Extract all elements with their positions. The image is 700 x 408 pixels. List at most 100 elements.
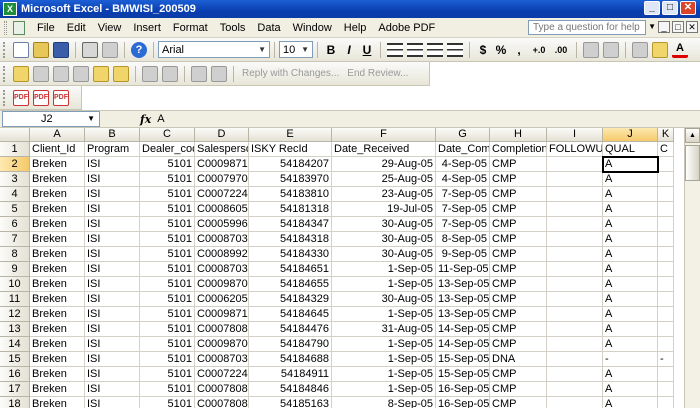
table-cell[interactable]: ISI [85, 187, 140, 202]
row-header[interactable]: 14 [0, 337, 30, 352]
table-cell[interactable]: 1-Sep-05 [332, 337, 436, 352]
table-cell[interactable]: Breken [30, 232, 85, 247]
table-cell[interactable]: ISI [85, 292, 140, 307]
table-cell[interactable] [547, 382, 603, 397]
row-header[interactable]: 8 [0, 247, 30, 262]
table-cell[interactable]: ISI [85, 232, 140, 247]
table-cell[interactable]: C0006205 [195, 292, 249, 307]
convert-to-pdf-icon[interactable]: PDF [13, 89, 29, 106]
table-cell[interactable]: 4-Sep-05 [436, 172, 490, 187]
table-cell[interactable]: 1-Sep-05 [332, 277, 436, 292]
table-cell[interactable]: Breken [30, 187, 85, 202]
menu-insert[interactable]: Insert [127, 22, 167, 34]
font-size-select[interactable]: 10 ▼ [279, 41, 313, 58]
table-cell[interactable]: - [658, 352, 674, 367]
delete-comment-icon[interactable] [113, 65, 129, 82]
maximize-button[interactable]: □ [662, 1, 678, 15]
table-cell[interactable] [658, 247, 674, 262]
table-cell[interactable]: Breken [30, 322, 85, 337]
column-header-e[interactable]: E [249, 128, 332, 142]
table-cell[interactable]: 5101 [140, 262, 195, 277]
header-cell[interactable]: Date_Completed [436, 142, 490, 157]
table-cell[interactable]: CMP [490, 397, 547, 408]
font-color-icon[interactable]: A [672, 42, 688, 58]
workbook-icon[interactable] [13, 20, 25, 35]
menu-format[interactable]: Format [167, 22, 214, 34]
table-cell[interactable]: 13-Sep-05 [436, 277, 490, 292]
table-cell[interactable]: ISI [85, 247, 140, 262]
table-cell[interactable]: 5101 [140, 352, 195, 367]
row-header[interactable]: 7 [0, 232, 30, 247]
table-cell[interactable]: 54184651 [249, 262, 332, 277]
menu-tools[interactable]: Tools [214, 22, 252, 34]
table-cell[interactable] [658, 217, 674, 232]
table-cell[interactable]: Breken [30, 277, 85, 292]
table-cell[interactable]: CMP [490, 337, 547, 352]
minimize-button[interactable]: _ [644, 1, 660, 15]
previous-comment-icon[interactable] [33, 65, 49, 82]
font-name-select[interactable]: Arial ▼ [158, 41, 270, 58]
table-cell[interactable]: ISI [85, 202, 140, 217]
menu-window[interactable]: Window [287, 22, 338, 34]
reply-with-changes-button[interactable]: Reply with Changes... [242, 68, 339, 79]
row-header[interactable]: 16 [0, 367, 30, 382]
chevron-down-icon[interactable]: ▼ [87, 114, 95, 123]
table-cell[interactable]: ISI [85, 307, 140, 322]
comma-button[interactable]: , [510, 43, 528, 57]
table-cell[interactable]: 54184688 [249, 352, 332, 367]
table-cell[interactable]: 13-Sep-05 [436, 307, 490, 322]
table-cell[interactable]: CMP [490, 262, 547, 277]
table-cell[interactable]: 5101 [140, 247, 195, 262]
table-cell[interactable]: 13-Sep-05 [436, 292, 490, 307]
table-cell[interactable]: C0007224 [195, 187, 249, 202]
row-header[interactable]: 18 [0, 397, 30, 408]
table-cell[interactable]: Breken [30, 307, 85, 322]
insert-function-icon[interactable]: fx [140, 113, 151, 126]
row-header[interactable]: 15 [0, 352, 30, 367]
table-cell[interactable]: C0008703 [195, 232, 249, 247]
table-cell[interactable]: 8-Sep-05 [332, 397, 436, 408]
table-cell[interactable]: A [603, 307, 658, 322]
table-cell[interactable]: 5101 [140, 367, 195, 382]
table-cell[interactable]: 5101 [140, 187, 195, 202]
header-cell[interactable]: FOLLOWUP [547, 142, 603, 157]
table-cell[interactable]: Breken [30, 157, 85, 172]
header-cell[interactable]: ISKY RecId [249, 142, 332, 157]
table-cell[interactable]: ISI [85, 262, 140, 277]
table-cell[interactable] [658, 322, 674, 337]
table-cell[interactable] [547, 367, 603, 382]
column-header-k[interactable]: K [658, 128, 674, 142]
pdf-email-icon[interactable]: PDF [33, 89, 49, 106]
table-cell[interactable]: CMP [490, 322, 547, 337]
table-cell[interactable]: C0009871 [195, 157, 249, 172]
table-cell[interactable] [658, 292, 674, 307]
table-cell[interactable]: 30-Aug-05 [332, 232, 436, 247]
underline-button[interactable]: U [358, 43, 376, 57]
row-header[interactable]: 9 [0, 262, 30, 277]
column-header-c[interactable]: C [140, 128, 195, 142]
row-header[interactable]: 1 [0, 142, 30, 157]
table-cell[interactable]: 25-Aug-05 [332, 172, 436, 187]
toolbar-grip[interactable] [3, 65, 6, 82]
table-cell[interactable] [658, 382, 674, 397]
row-header[interactable]: 11 [0, 292, 30, 307]
table-cell[interactable]: 54184347 [249, 217, 332, 232]
print-icon[interactable] [82, 41, 98, 58]
table-cell[interactable] [658, 262, 674, 277]
table-cell[interactable]: C0007808 [195, 382, 249, 397]
table-cell[interactable]: A [603, 187, 658, 202]
table-cell[interactable] [547, 202, 603, 217]
fill-color-icon[interactable] [652, 41, 668, 58]
table-cell[interactable]: 5101 [140, 382, 195, 397]
open-icon[interactable] [33, 41, 49, 58]
table-cell[interactable] [658, 202, 674, 217]
table-cell[interactable]: CMP [490, 232, 547, 247]
table-cell[interactable]: DNA [490, 352, 547, 367]
header-cell[interactable]: Client_Id [30, 142, 85, 157]
table-cell[interactable] [658, 172, 674, 187]
show-comment-icon[interactable] [73, 65, 89, 82]
doc-restore-button[interactable]: □ [672, 21, 684, 33]
table-cell[interactable]: A [603, 382, 658, 397]
menu-edit[interactable]: Edit [61, 22, 92, 34]
bold-button[interactable]: B [322, 43, 340, 57]
